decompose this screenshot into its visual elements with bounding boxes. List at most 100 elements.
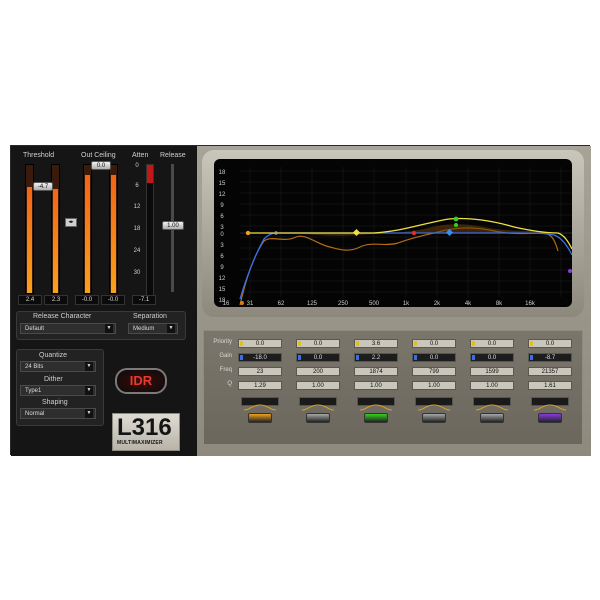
atten-readout: -7.1 bbox=[132, 295, 156, 305]
band-5-shape-selector[interactable] bbox=[473, 397, 511, 411]
band-3-column: 3.6 2.2 1874 1.00 bbox=[354, 337, 398, 437]
band-3-freq-field[interactable]: 1874 bbox=[354, 367, 398, 376]
band-4-gain-field[interactable]: 0.0 bbox=[412, 353, 456, 362]
band-6-freq-field[interactable]: 21357 bbox=[528, 367, 572, 376]
band-1-marker bbox=[245, 230, 251, 236]
shaping-dropdown[interactable]: Normal ▼ bbox=[20, 408, 96, 419]
atten-tick: 6 bbox=[135, 183, 139, 189]
band-5-gain-field[interactable]: 0.0 bbox=[470, 353, 514, 362]
band-3-shape-selector[interactable] bbox=[357, 397, 395, 411]
band-3-solo-button[interactable] bbox=[364, 413, 388, 423]
chevron-down-icon: ▼ bbox=[105, 324, 113, 333]
band-4-gain-indicator bbox=[414, 355, 417, 360]
band-2-priority-indicator bbox=[298, 341, 301, 346]
band-1-shape-selector[interactable] bbox=[241, 397, 279, 411]
q-row-label: Q bbox=[227, 381, 232, 387]
idr-button[interactable]: IDR bbox=[115, 368, 167, 394]
link-button[interactable]: ◂▸ bbox=[65, 218, 77, 227]
eq-graph-frame: 18 15 12 9 6 3 0 3 6 9 12 15 18 16 31 62… bbox=[202, 150, 584, 317]
release-fader[interactable]: 1.00 bbox=[162, 221, 184, 230]
band-4-q-field[interactable]: 1.00 bbox=[412, 381, 456, 390]
release-character-value: Default bbox=[25, 326, 45, 332]
link-icon: ◂▸ bbox=[68, 219, 74, 225]
band-3-priority-field[interactable]: 3.6 bbox=[354, 339, 398, 348]
band-1-priority-field[interactable]: 0.0 bbox=[238, 339, 282, 348]
band-2-priority-field[interactable]: 0.0 bbox=[296, 339, 340, 348]
chevron-down-icon: ▼ bbox=[85, 386, 93, 395]
x-tick-label: 125 bbox=[307, 301, 318, 307]
threshold-readout-right: 2.3 bbox=[44, 295, 68, 305]
atten-tick: 0 bbox=[135, 163, 139, 169]
band-4-solo-button[interactable] bbox=[422, 413, 446, 423]
gain-reduction-curve bbox=[239, 227, 559, 306]
y-tick-label: 0 bbox=[220, 232, 224, 238]
atten-meter bbox=[146, 164, 154, 296]
out-ceiling-meter-right bbox=[109, 164, 118, 294]
out-ceiling-label: Out Ceiling bbox=[81, 152, 116, 159]
eq-graph[interactable]: 18 15 12 9 6 3 0 3 6 9 12 15 18 16 31 62… bbox=[214, 159, 573, 307]
band-2-solo-button[interactable] bbox=[306, 413, 330, 423]
dither-dropdown[interactable]: Type1 ▼ bbox=[20, 385, 96, 396]
band-4-freq-field[interactable]: 799 bbox=[412, 367, 456, 376]
band-4-priority-field[interactable]: 0.0 bbox=[412, 339, 456, 348]
y-tick-label: 9 bbox=[220, 265, 224, 271]
eq-panel: 18 15 12 9 6 3 0 3 6 9 12 15 18 16 31 62… bbox=[197, 146, 591, 456]
logo-title: L316 bbox=[117, 414, 172, 441]
x-tick-label: 62 bbox=[278, 301, 285, 307]
band-6-priority-indicator bbox=[530, 341, 533, 346]
freq-row-label: Freq bbox=[219, 367, 232, 373]
band-1-gain-field[interactable]: -18.0 bbox=[238, 353, 282, 362]
band-6-solo-button[interactable] bbox=[538, 413, 562, 423]
threshold-fader[interactable]: -4.7 bbox=[33, 182, 53, 191]
quantize-dropdown[interactable]: 24 Bits ▼ bbox=[20, 361, 96, 372]
shaping-value: Normal bbox=[25, 411, 45, 417]
y-tick-label: 6 bbox=[220, 254, 224, 260]
x-tick-label: 16k bbox=[525, 301, 536, 307]
band-6-q-field[interactable]: 1.61 bbox=[528, 381, 572, 390]
band-6-gain-field[interactable]: -8.7 bbox=[528, 353, 572, 362]
band-5-column: 0.0 0.0 1599 1.00 bbox=[470, 337, 514, 437]
band-1-gain-indicator bbox=[240, 355, 243, 360]
band-4-shape-selector[interactable] bbox=[415, 397, 453, 411]
band-3-gain-field[interactable]: 2.2 bbox=[354, 353, 398, 362]
band-6-shape-selector[interactable] bbox=[531, 397, 569, 411]
band-5-priority-field[interactable]: 0.0 bbox=[470, 339, 514, 348]
band-5-solo-button[interactable] bbox=[480, 413, 504, 423]
band-5-priority-indicator bbox=[472, 341, 475, 346]
band-1-q-field[interactable]: 1.29 bbox=[238, 381, 282, 390]
band-3-q-field[interactable]: 1.00 bbox=[354, 381, 398, 390]
y-tick-label: 3 bbox=[220, 225, 224, 231]
x-tick-label: 2k bbox=[434, 301, 441, 307]
y-tick-label: 15 bbox=[219, 287, 226, 293]
release-label: Release bbox=[160, 152, 186, 159]
band-2-freq-field[interactable]: 200 bbox=[296, 367, 340, 376]
release-character-dropdown[interactable]: Default ▼ bbox=[20, 323, 116, 334]
band-5-q-field[interactable]: 1.00 bbox=[470, 381, 514, 390]
out-ceiling-fader[interactable]: 0.0 bbox=[91, 161, 111, 170]
y-tick-label: 6 bbox=[220, 214, 224, 220]
y-tick-label: 18 bbox=[219, 170, 226, 176]
band-5-freq-field[interactable]: 1599 bbox=[470, 367, 514, 376]
band-6-column: 0.0 -8.7 21357 1.61 bbox=[528, 337, 572, 437]
band-2-q-field[interactable]: 1.00 bbox=[296, 381, 340, 390]
band-2-column: 0.0 0.0 200 1.00 bbox=[296, 337, 340, 437]
chevron-down-icon: ▼ bbox=[85, 409, 93, 418]
band-1-solo-button[interactable] bbox=[248, 413, 272, 423]
band-3-gain-indicator bbox=[356, 355, 359, 360]
band-1-freq-field[interactable]: 23 bbox=[238, 367, 282, 376]
atten-tick: 24 bbox=[133, 248, 141, 254]
out-ceiling-meter-left bbox=[83, 164, 92, 294]
band-2-gain-field[interactable]: 0.0 bbox=[296, 353, 340, 362]
band-2-shape-selector[interactable] bbox=[299, 397, 337, 411]
separation-dropdown[interactable]: Medium ▼ bbox=[128, 323, 178, 334]
band-1-priority-indicator bbox=[240, 341, 243, 346]
quantize-label: Quantize bbox=[39, 352, 68, 359]
band-1-column: 0.0 -18.0 23 1.29 bbox=[238, 337, 282, 437]
left-control-panel: Threshold Out Ceiling Atten Release -4.7… bbox=[11, 146, 197, 456]
atten-tick: 30 bbox=[133, 270, 141, 276]
l316-logo: L316 MULTIMAXIMIZER bbox=[112, 413, 180, 451]
priority-row-label: Priority bbox=[213, 339, 232, 345]
x-tick-label: 500 bbox=[369, 301, 380, 307]
band-6-priority-field[interactable]: 0.0 bbox=[528, 339, 572, 348]
y-tick-label: 12 bbox=[219, 192, 226, 198]
